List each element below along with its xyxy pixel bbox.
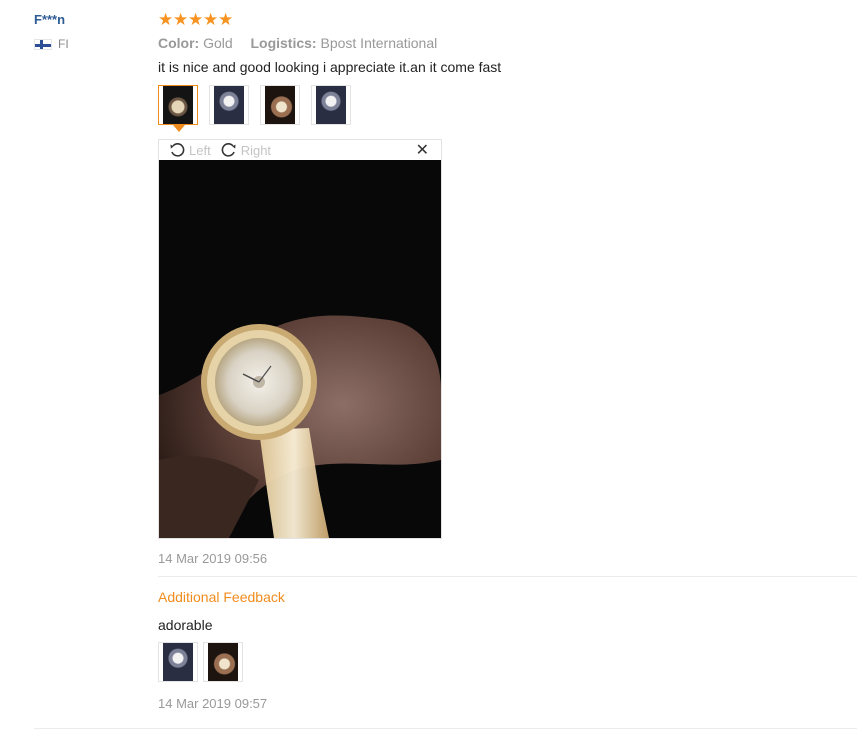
country-code: FI <box>58 37 69 51</box>
star-icon: ★ <box>218 10 234 29</box>
review-thumbnail[interactable] <box>311 85 351 125</box>
star-icon: ★ <box>203 10 219 29</box>
finland-flag-icon <box>34 38 52 50</box>
rotate-left-icon <box>170 143 185 157</box>
divider <box>158 576 857 577</box>
rotate-right-label: Right <box>240 142 272 158</box>
rotate-right-icon <box>221 143 236 157</box>
additional-thumbnails <box>158 642 857 682</box>
image-viewer: Left Right ✕ <box>158 139 442 539</box>
additional-thumbnail[interactable] <box>158 642 198 682</box>
rotate-right-button[interactable]: Right <box>221 142 271 158</box>
star-rating: ★ ★ ★ ★ ★ <box>158 10 857 30</box>
color-value: Gold <box>203 35 233 51</box>
review-thumbnail[interactable] <box>209 85 249 125</box>
viewer-toolbar: Left Right ✕ <box>159 140 441 160</box>
additional-thumbnail[interactable] <box>203 642 243 682</box>
color-label: Color: <box>158 35 200 51</box>
star-icon: ★ <box>188 10 204 29</box>
review-entry: ★ ★ ★ ★ ★ Color: Gold Logistics: Bpost I… <box>158 10 857 711</box>
logistics-label: Logistics: <box>250 35 317 51</box>
review-text: it is nice and good looking i appreciate… <box>158 59 502 75</box>
bottom-divider <box>34 728 857 729</box>
additional-feedback-date: 14 Mar 2019 09:57 <box>158 696 268 711</box>
star-icon: ★ <box>173 10 189 29</box>
additional-feedback-title: Additional Feedback <box>158 589 285 605</box>
reviewer-country: FI <box>34 37 69 51</box>
rotate-left-label: Left <box>189 142 211 158</box>
order-meta: Color: Gold Logistics: Bpost Internation… <box>158 35 857 51</box>
reviewer-name[interactable]: F***n <box>34 12 69 27</box>
close-icon[interactable]: ✕ <box>416 140 429 160</box>
review-thumbnail[interactable] <box>260 85 300 125</box>
reviewer-info: F***n FI <box>34 12 69 51</box>
review-date: 14 Mar 2019 09:56 <box>158 551 268 566</box>
rotate-left-button[interactable]: Left <box>169 142 211 158</box>
review-thumbnails <box>158 85 857 132</box>
star-icon: ★ <box>158 10 174 29</box>
review-photo <box>159 160 441 538</box>
additional-feedback-text: adorable <box>158 617 213 633</box>
logistics-value: Bpost International <box>320 35 438 51</box>
review-thumbnail[interactable] <box>158 85 198 132</box>
